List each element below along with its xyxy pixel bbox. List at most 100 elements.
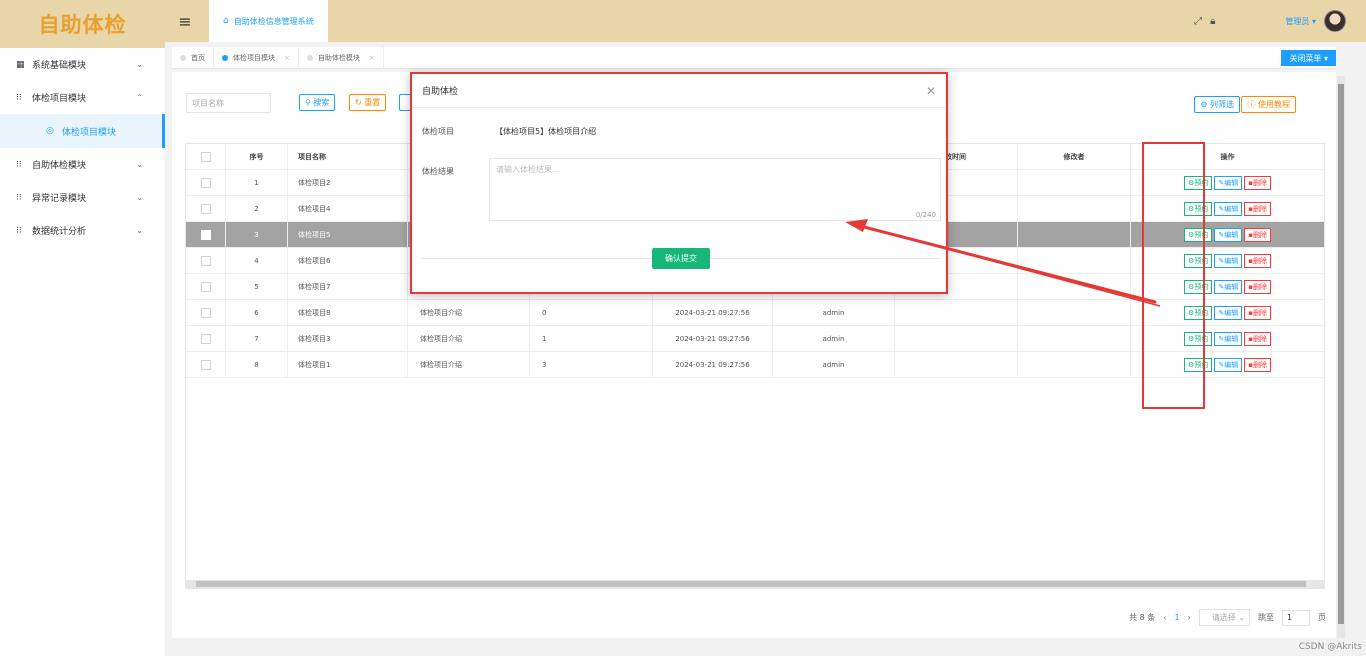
- page-size-select[interactable]: 请选择 ⌄: [1198, 609, 1250, 626]
- row-checkbox[interactable]: [186, 274, 226, 299]
- edit-button[interactable]: ✎ 编辑: [1214, 175, 1243, 190]
- search-button[interactable]: ⚲ 搜索: [299, 94, 336, 111]
- lock-icon[interactable]: 🔒︎: [1210, 16, 1215, 27]
- cell-name: 体检项目6: [288, 248, 408, 273]
- submit-button[interactable]: 确认提交: [652, 248, 710, 269]
- tab-dot-icon: [222, 54, 228, 61]
- edit-button[interactable]: ✎ 编辑: [1214, 331, 1243, 346]
- sidebar-item-label: 体检项目模块: [32, 94, 87, 104]
- delete-button[interactable]: ▪ 删除: [1244, 201, 1271, 216]
- chevron-down-icon: ⌄: [136, 226, 143, 235]
- sidebar-item-exam-project[interactable]: ⁝⁝ 体检项目模块 ⌃: [0, 81, 165, 114]
- edit-button[interactable]: ✎ 编辑: [1214, 227, 1243, 242]
- grid-icon: ⁝⁝: [16, 92, 22, 103]
- delete-button[interactable]: ▪ 删除: [1244, 279, 1271, 294]
- modal-title: 自助体检: [412, 74, 946, 108]
- vertical-scrollbar[interactable]: [1337, 76, 1345, 638]
- tab-self-exam[interactable]: 自助体检模块 ×: [299, 46, 384, 69]
- close-icon[interactable]: ✕: [926, 84, 936, 98]
- row-checkbox[interactable]: [186, 326, 226, 351]
- cell-mod-time: [895, 300, 1018, 325]
- cell-no: 7: [226, 326, 288, 351]
- row-checkbox[interactable]: [186, 352, 226, 377]
- row-checkbox[interactable]: [186, 196, 226, 221]
- logo: 自助体检: [0, 0, 165, 48]
- delete-button[interactable]: ▪ 删除: [1244, 305, 1271, 320]
- horizontal-scrollbar[interactable]: [186, 580, 1324, 588]
- grid-icon: ⁝⁝: [16, 225, 22, 236]
- delete-button-label: 删除: [1252, 360, 1267, 369]
- sidebar-item-stats[interactable]: ⁝⁝ 数据统计分析 ⌄: [0, 214, 165, 247]
- edit-button[interactable]: ✎ 编辑: [1214, 305, 1243, 320]
- select-all-checkbox[interactable]: [186, 144, 226, 169]
- column-filter-button[interactable]: ⚙ 列筛选: [1194, 96, 1240, 113]
- sidebar-item-label: 异常记录模块: [32, 194, 87, 204]
- menu-icon[interactable]: ≡: [165, 12, 205, 31]
- cell-mod-by: [1018, 222, 1131, 247]
- goto-label: 跳至: [1258, 613, 1274, 622]
- reset-button[interactable]: ↻ 重置: [349, 94, 387, 111]
- admin-menu[interactable]: 管理员 ▾: [1285, 16, 1316, 27]
- fullscreen-icon[interactable]: ⤢: [1194, 16, 1202, 27]
- edit-button[interactable]: ✎ 编辑: [1214, 357, 1243, 372]
- cell-name: 体检项目4: [288, 196, 408, 221]
- annotation-rect: [1142, 142, 1205, 409]
- search-icon: ⚲: [305, 98, 314, 107]
- page-input[interactable]: 1: [1282, 609, 1310, 626]
- cell-no: 4: [226, 248, 288, 273]
- cell-name: 体检项目3: [288, 326, 408, 351]
- sidebar-subitem-exam-project[interactable]: ◎ 体检项目模块: [0, 114, 165, 148]
- help-button[interactable]: ⓘ 使用教程: [1241, 96, 1296, 113]
- header-name: 项目名称: [288, 144, 408, 169]
- cell-name: 体检项目5: [288, 222, 408, 247]
- row-checkbox[interactable]: [186, 222, 226, 247]
- system-title-tab[interactable]: ⌂ 自助体检信息管理系统: [209, 0, 328, 42]
- prev-page-icon[interactable]: ‹: [1163, 613, 1166, 622]
- edit-button[interactable]: ✎ 编辑: [1214, 201, 1243, 216]
- delete-button[interactable]: ▪ 删除: [1244, 175, 1271, 190]
- pager-current[interactable]: 1: [1174, 613, 1179, 622]
- sidebar-item-exception[interactable]: ⁝⁝ 异常记录模块 ⌄: [0, 181, 165, 214]
- header-mod-by: 修改者: [1018, 144, 1131, 169]
- cell-by: admin: [773, 300, 895, 325]
- home-icon: ⌂: [223, 16, 229, 26]
- cell-name: 体检项目8: [288, 300, 408, 325]
- cell-no: 8: [226, 352, 288, 377]
- next-page-icon[interactable]: ›: [1188, 613, 1191, 622]
- cell-desc: 体检项目介绍: [408, 300, 530, 325]
- pagination: 共 8 条 ‹ 1 › 请选择 ⌄ 跳至 1 页: [1121, 609, 1326, 626]
- watermark: CSDN @Akrits: [1298, 642, 1362, 652]
- edit-button-label: 编辑: [1224, 308, 1239, 317]
- sub-item-icon: ◎: [46, 126, 54, 136]
- cell-mod-by: [1018, 170, 1131, 195]
- grid-icon: ⁝⁝: [16, 159, 22, 170]
- cell-desc: 体检项目介绍: [408, 326, 530, 351]
- grid-icon: ▦: [16, 59, 25, 70]
- tab-label: 首页: [191, 53, 205, 62]
- edit-button[interactable]: ✎ 编辑: [1214, 279, 1243, 294]
- tab-home[interactable]: 首页: [172, 46, 214, 69]
- sidebar-item-system[interactable]: ▦ 系统基础模块 ⌄: [0, 48, 165, 81]
- cell-time: 2024-03-21 09:27:56: [653, 352, 773, 377]
- delete-button[interactable]: ▪ 删除: [1244, 227, 1271, 242]
- tab-exam-project[interactable]: 体检项目模块 ×: [214, 46, 299, 69]
- close-icon[interactable]: ×: [284, 54, 290, 62]
- delete-button[interactable]: ▪ 删除: [1244, 331, 1271, 346]
- edit-button[interactable]: ✎ 编辑: [1214, 253, 1243, 268]
- cell-by: admin: [773, 326, 895, 351]
- delete-button[interactable]: ▪ 删除: [1244, 357, 1271, 372]
- delete-button[interactable]: ▪ 删除: [1244, 253, 1271, 268]
- cell-name: 体检项目2: [288, 170, 408, 195]
- row-checkbox[interactable]: [186, 170, 226, 195]
- tab-strip: 首页 体检项目模块 × 自助体检模块 × 关闭菜单 ▾: [172, 46, 1336, 69]
- avatar[interactable]: [1324, 10, 1346, 32]
- row-checkbox[interactable]: [186, 248, 226, 273]
- cell-mod-time: [895, 352, 1018, 377]
- close-menu-button[interactable]: 关闭菜单 ▾: [1281, 50, 1336, 66]
- sidebar-item-self-exam[interactable]: ⁝⁝ 自助体检模块 ⌄: [0, 148, 165, 181]
- row-checkbox[interactable]: [186, 300, 226, 325]
- search-input[interactable]: 项目名称: [186, 93, 271, 113]
- sidebar-item-label: 系统基础模块: [32, 61, 87, 71]
- close-icon[interactable]: ×: [369, 54, 375, 62]
- result-textarea[interactable]: 请输入体检结果...: [489, 158, 941, 221]
